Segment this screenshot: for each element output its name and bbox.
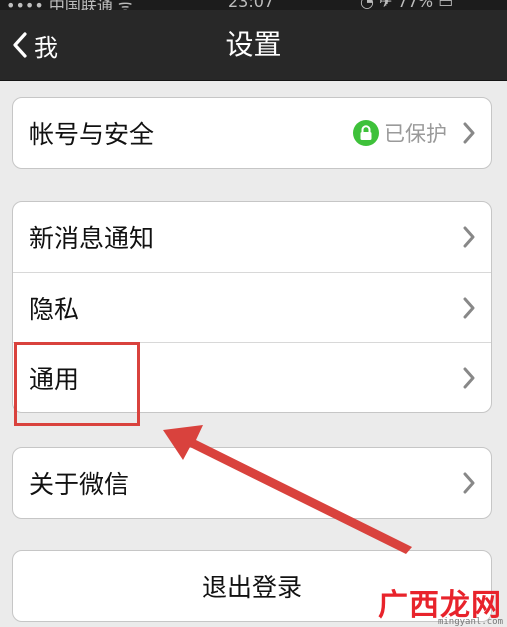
- account-security-row[interactable]: 帐号与安全 已保护: [13, 98, 491, 168]
- page-title: 设置: [225, 28, 282, 61]
- about-wechat-row[interactable]: 关于微信: [13, 448, 491, 518]
- status-bar: •••• 中国联通 ᯤ 23:07 ◔ ✈ 77% ▭: [0, 0, 507, 10]
- chevron-right-icon: [463, 122, 475, 144]
- lock-icon: [353, 120, 379, 146]
- row-label: 隐私: [29, 294, 80, 324]
- new-message-notifications-row[interactable]: 新消息通知: [13, 202, 491, 272]
- chevron-right-icon: [463, 226, 475, 248]
- highlight-box: [14, 342, 140, 426]
- group-about: 关于微信: [12, 447, 492, 519]
- watermark-url: mingyanl.com: [437, 617, 503, 627]
- battery-indicator-clipped: ◔ ✈ 77% ▭: [360, 0, 454, 10]
- navigation-bar: 我 设置: [0, 10, 507, 81]
- carrier-text-clipped: •••• 中国联通 ᯤ: [6, 0, 133, 10]
- row-label: 关于微信: [29, 470, 130, 499]
- chevron-right-icon: [463, 297, 475, 318]
- protection-status: 已保护: [353, 98, 447, 168]
- clock-text-clipped: 23:07: [228, 0, 275, 10]
- chevron-right-icon: [463, 367, 475, 388]
- row-label: 新消息通知: [29, 224, 155, 253]
- row-label: 帐号与安全: [29, 120, 155, 149]
- chevron-right-icon: [463, 472, 475, 494]
- privacy-row[interactable]: 隐私: [13, 272, 491, 342]
- status-text: 已保护: [384, 122, 447, 146]
- group-account: 帐号与安全 已保护: [12, 97, 492, 169]
